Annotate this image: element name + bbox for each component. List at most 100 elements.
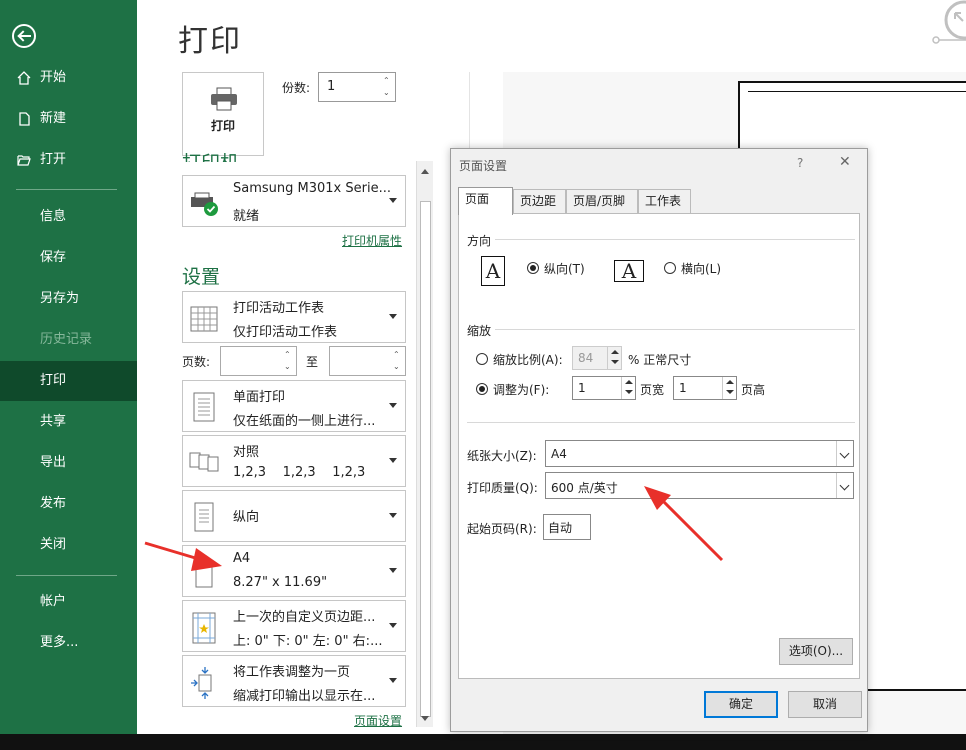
adjust-to-label[interactable]: 缩放比例(A): <box>493 351 563 368</box>
sidebar-item-label: 开始 <box>40 70 67 85</box>
sidebar-item-save-as[interactable]: 另存为 <box>0 279 137 319</box>
folder-open-icon <box>17 155 31 166</box>
spin-up-icon[interactable] <box>625 380 633 384</box>
paper-size-subtitle: 8.27" x 11.69" <box>233 575 328 590</box>
scroll-up-icon[interactable] <box>421 169 429 174</box>
print-button[interactable]: 打印 <box>182 72 264 156</box>
spin-buttons[interactable] <box>722 377 736 399</box>
copies-stepper[interactable]: 1 ⌃ ⌄ <box>318 72 396 102</box>
sidebar-item-label: 打开 <box>40 152 67 167</box>
collate-select[interactable]: 对照 1,2,3 1,2,3 1,2,3 <box>182 435 406 487</box>
fit-to-page-icon <box>191 667 212 699</box>
spin-buttons[interactable] <box>621 377 635 399</box>
landscape-radio[interactable] <box>664 262 676 274</box>
sidebar-item-publish[interactable]: 发布 <box>0 484 137 524</box>
collate-subtitle: 1,2,3 1,2,3 1,2,3 <box>233 465 366 480</box>
chevron-down-icon[interactable] <box>836 441 853 466</box>
sidebar-item-export[interactable]: 导出 <box>0 443 137 483</box>
portrait-radio[interactable] <box>527 262 539 274</box>
print-quality-value: 600 点/英寸 <box>551 481 618 495</box>
paper-size-dropdown[interactable]: A4 <box>545 440 854 467</box>
single-sided-icon <box>193 392 215 422</box>
spin-up-icon[interactable]: ⌃ <box>284 350 294 360</box>
sidebar-item-print[interactable]: 打印 <box>0 361 137 401</box>
printer-ready-icon <box>191 192 218 216</box>
settings-scrollbar[interactable] <box>416 161 433 727</box>
tab-header-footer[interactable]: 页眉/页脚 <box>566 189 638 214</box>
sidebar-item-info[interactable]: 信息 <box>0 197 137 237</box>
spin-down-icon[interactable] <box>625 390 633 394</box>
back-arrow-icon[interactable] <box>12 24 36 48</box>
options-button[interactable]: 选项(O)... <box>779 638 853 665</box>
spin-down-icon <box>611 360 619 364</box>
pages-to-input[interactable]: ⌃ ⌄ <box>329 346 406 376</box>
spin-up-icon <box>611 350 619 354</box>
chevron-down-icon[interactable] <box>836 473 853 498</box>
print-quality-label: 打印质量(Q): <box>467 481 538 495</box>
landscape-radio-label[interactable]: 横向(L) <box>681 260 721 277</box>
spin-up-icon[interactable]: ⌃ <box>393 350 403 360</box>
zoom-to-page-icon[interactable] <box>928 0 966 46</box>
fit-tall-stepper[interactable]: 1 <box>673 376 737 400</box>
sidebar-item-save[interactable]: 保存 <box>0 238 137 278</box>
margins-title: 上一次的自定义页边距... <box>233 610 376 625</box>
scrollbar-thumb[interactable] <box>420 201 431 717</box>
pages-from-input[interactable]: ⌃ ⌄ <box>220 346 297 376</box>
first-page-number-value: 自动 <box>548 521 573 535</box>
spin-down-icon[interactable]: ⌄ <box>284 362 294 372</box>
spin-down-icon[interactable]: ⌄ <box>383 88 393 98</box>
print-quality-dropdown[interactable]: 600 点/英寸 <box>545 472 854 499</box>
collate-icon <box>189 452 219 472</box>
paper-size-select[interactable]: A4 8.27" x 11.69" <box>182 545 406 597</box>
orientation-select[interactable]: 纵向 <box>182 490 406 542</box>
sidebar-item-label: 保存 <box>40 250 67 265</box>
section-divider <box>467 422 855 423</box>
orientation-section-label: 方向 <box>467 234 492 248</box>
cancel-button[interactable]: 取消 <box>788 691 862 718</box>
portrait-radio-label[interactable]: 纵向(T) <box>544 260 585 277</box>
spin-down-icon[interactable]: ⌄ <box>393 362 403 372</box>
margins-select[interactable]: 上一次的自定义页边距... 上: 0" 下: 0" 左: 0" 右:... <box>182 600 406 652</box>
sidebar-item-open[interactable]: 打开 <box>0 140 137 180</box>
print-button-label: 打印 <box>210 119 235 133</box>
tab-sheet[interactable]: 工作表 <box>638 189 691 214</box>
sidebar-item-label: 共享 <box>40 414 67 429</box>
tab-margins[interactable]: 页边距 <box>513 189 566 214</box>
taskbar-strip <box>0 734 966 750</box>
adjust-to-suffix: % 正常尺寸 <box>628 353 692 367</box>
page-setup-link[interactable]: 页面设置 <box>354 712 402 729</box>
sidebar-item-share[interactable]: 共享 <box>0 402 137 442</box>
printer-icon <box>211 87 237 111</box>
sides-select[interactable]: 单面打印 仅在纸面的一侧上进行... <box>182 380 406 432</box>
help-icon[interactable]: ? <box>797 156 803 170</box>
spin-down-icon[interactable] <box>726 390 734 394</box>
sidebar-item-close[interactable]: 关闭 <box>0 525 137 565</box>
close-icon[interactable]: ✕ <box>839 154 851 170</box>
scaling-select[interactable]: 将工作表调整为一页 缩减打印输出以显示在... <box>182 655 406 707</box>
spin-up-icon[interactable] <box>726 380 734 384</box>
spin-up-icon[interactable]: ⌃ <box>383 76 393 86</box>
sheet-grid-icon <box>190 306 218 332</box>
sidebar-divider <box>16 575 117 576</box>
sidebar-item-new[interactable]: 新建 <box>0 99 137 139</box>
scroll-down-icon[interactable] <box>421 716 429 721</box>
printer-select[interactable]: Samsung M301x Serie... 就绪 <box>182 175 406 227</box>
chevron-down-icon <box>389 678 397 683</box>
chevron-down-icon <box>389 198 397 203</box>
adjust-to-radio[interactable] <box>476 353 488 365</box>
portrait-page-icon <box>194 502 214 532</box>
sidebar-item-label: 发布 <box>40 496 67 511</box>
backstage-sidebar: 开始 新建 打开 信息 保存 另存为 历史记录 打印 共享 导出 发布 关闭 帐… <box>0 0 137 734</box>
tab-page[interactable]: 页面 <box>458 187 513 215</box>
print-scope-select[interactable]: 打印活动工作表 仅打印活动工作表 <box>182 291 406 343</box>
ok-button[interactable]: 确定 <box>704 691 778 718</box>
fit-wide-stepper[interactable]: 1 <box>572 376 636 400</box>
printer-properties-link[interactable]: 打印机属性 <box>342 232 402 249</box>
fit-to-label[interactable]: 调整为(F): <box>493 381 549 398</box>
fit-to-radio[interactable] <box>476 383 488 395</box>
sidebar-item-home[interactable]: 开始 <box>0 58 137 98</box>
sidebar-item-more[interactable]: 更多... <box>0 623 137 663</box>
sidebar-item-label: 信息 <box>40 209 67 224</box>
sidebar-item-account[interactable]: 帐户 <box>0 582 137 622</box>
first-page-number-input[interactable]: 自动 <box>543 514 591 540</box>
